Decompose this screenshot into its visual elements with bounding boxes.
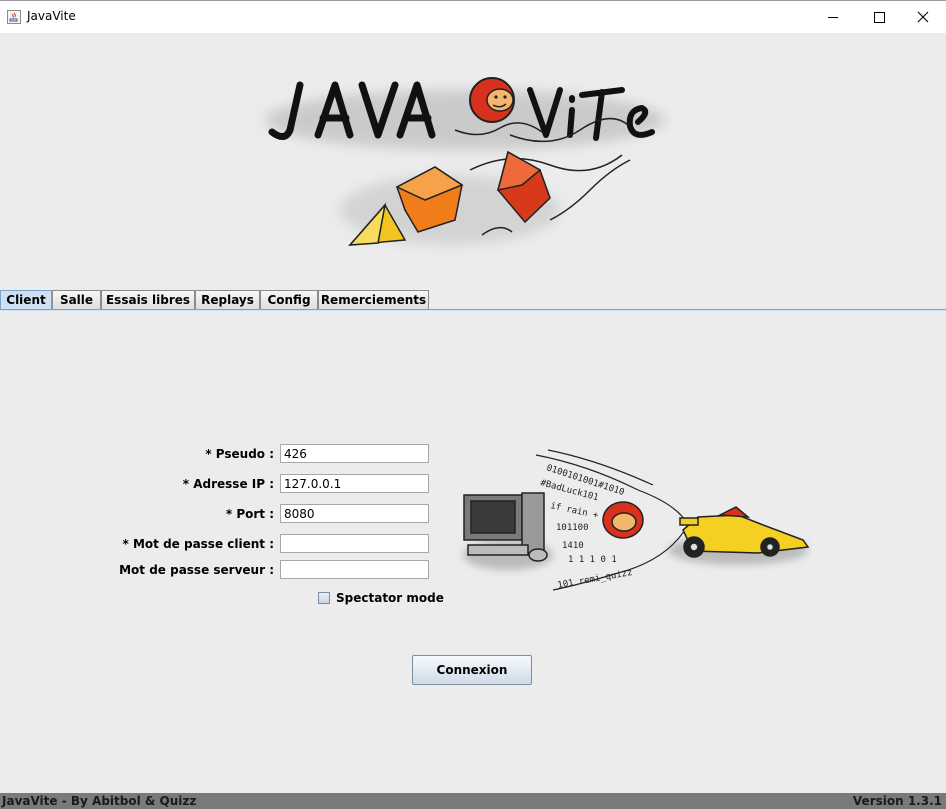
status-bar: JavaVite - By Abitbol & Quizz Version 1.… bbox=[0, 793, 946, 809]
tab-label: Remerciements bbox=[320, 293, 427, 307]
javavite-logo bbox=[250, 60, 690, 260]
java-app-icon bbox=[7, 10, 21, 24]
server-password-label: Mot de passe serveur : bbox=[119, 563, 274, 577]
tab-label: Essais libres bbox=[105, 293, 191, 307]
credits-text: JavaVite - By Abitbol & Quizz bbox=[2, 794, 197, 808]
ip-address-input[interactable] bbox=[280, 474, 429, 493]
minimize-button[interactable] bbox=[810, 1, 856, 33]
tab-divider-highlight bbox=[0, 310, 946, 311]
window-title: JavaVite bbox=[27, 9, 76, 23]
tab-remerciements[interactable]: Remerciements bbox=[318, 290, 429, 309]
tab-label: Replays bbox=[201, 293, 254, 307]
maximize-button[interactable] bbox=[856, 1, 902, 33]
tab-label: Config bbox=[267, 293, 311, 307]
server-password-input[interactable] bbox=[280, 560, 429, 579]
tab-essais-libres[interactable]: Essais libres bbox=[101, 290, 195, 309]
tab-config[interactable]: Config bbox=[260, 290, 318, 309]
tab-bar: Client Salle Essais libres Replays Confi… bbox=[0, 290, 946, 310]
tab-label: Salle bbox=[59, 293, 94, 307]
tab-label: Client bbox=[6, 293, 46, 307]
svg-text:1410: 1410 bbox=[562, 541, 584, 551]
port-input[interactable] bbox=[280, 504, 429, 523]
client-password-label: * Mot de passe client : bbox=[122, 537, 274, 551]
computer-to-car-illustration: 0100101001#1010 #BadLuck101 if rain + 10… bbox=[458, 445, 818, 595]
tab-salle[interactable]: Salle bbox=[52, 290, 101, 309]
ip-address-label: * Adresse IP : bbox=[182, 477, 274, 491]
version-text: Version 1.3.1 bbox=[852, 794, 942, 808]
tab-replays[interactable]: Replays bbox=[195, 290, 260, 309]
svg-text:101 remi_quizz: 101 remi_quizz bbox=[557, 568, 633, 591]
pseudo-input[interactable] bbox=[280, 444, 429, 463]
connexion-button[interactable]: Connexion bbox=[412, 655, 532, 685]
spectator-mode-label: Spectator mode bbox=[336, 591, 444, 605]
pseudo-label: * Pseudo : bbox=[205, 447, 274, 461]
svg-text:1 1 1 0 1: 1 1 1 0 1 bbox=[568, 555, 617, 565]
tab-client[interactable]: Client bbox=[0, 290, 52, 309]
port-label: * Port : bbox=[225, 507, 274, 521]
title-bar: JavaVite bbox=[0, 0, 946, 33]
spectator-mode-checkbox[interactable] bbox=[318, 592, 330, 604]
svg-text:if rain +: if rain + bbox=[549, 501, 599, 521]
close-button[interactable] bbox=[900, 1, 946, 33]
svg-text:101100: 101100 bbox=[556, 523, 589, 533]
client-password-input[interactable] bbox=[280, 534, 429, 553]
